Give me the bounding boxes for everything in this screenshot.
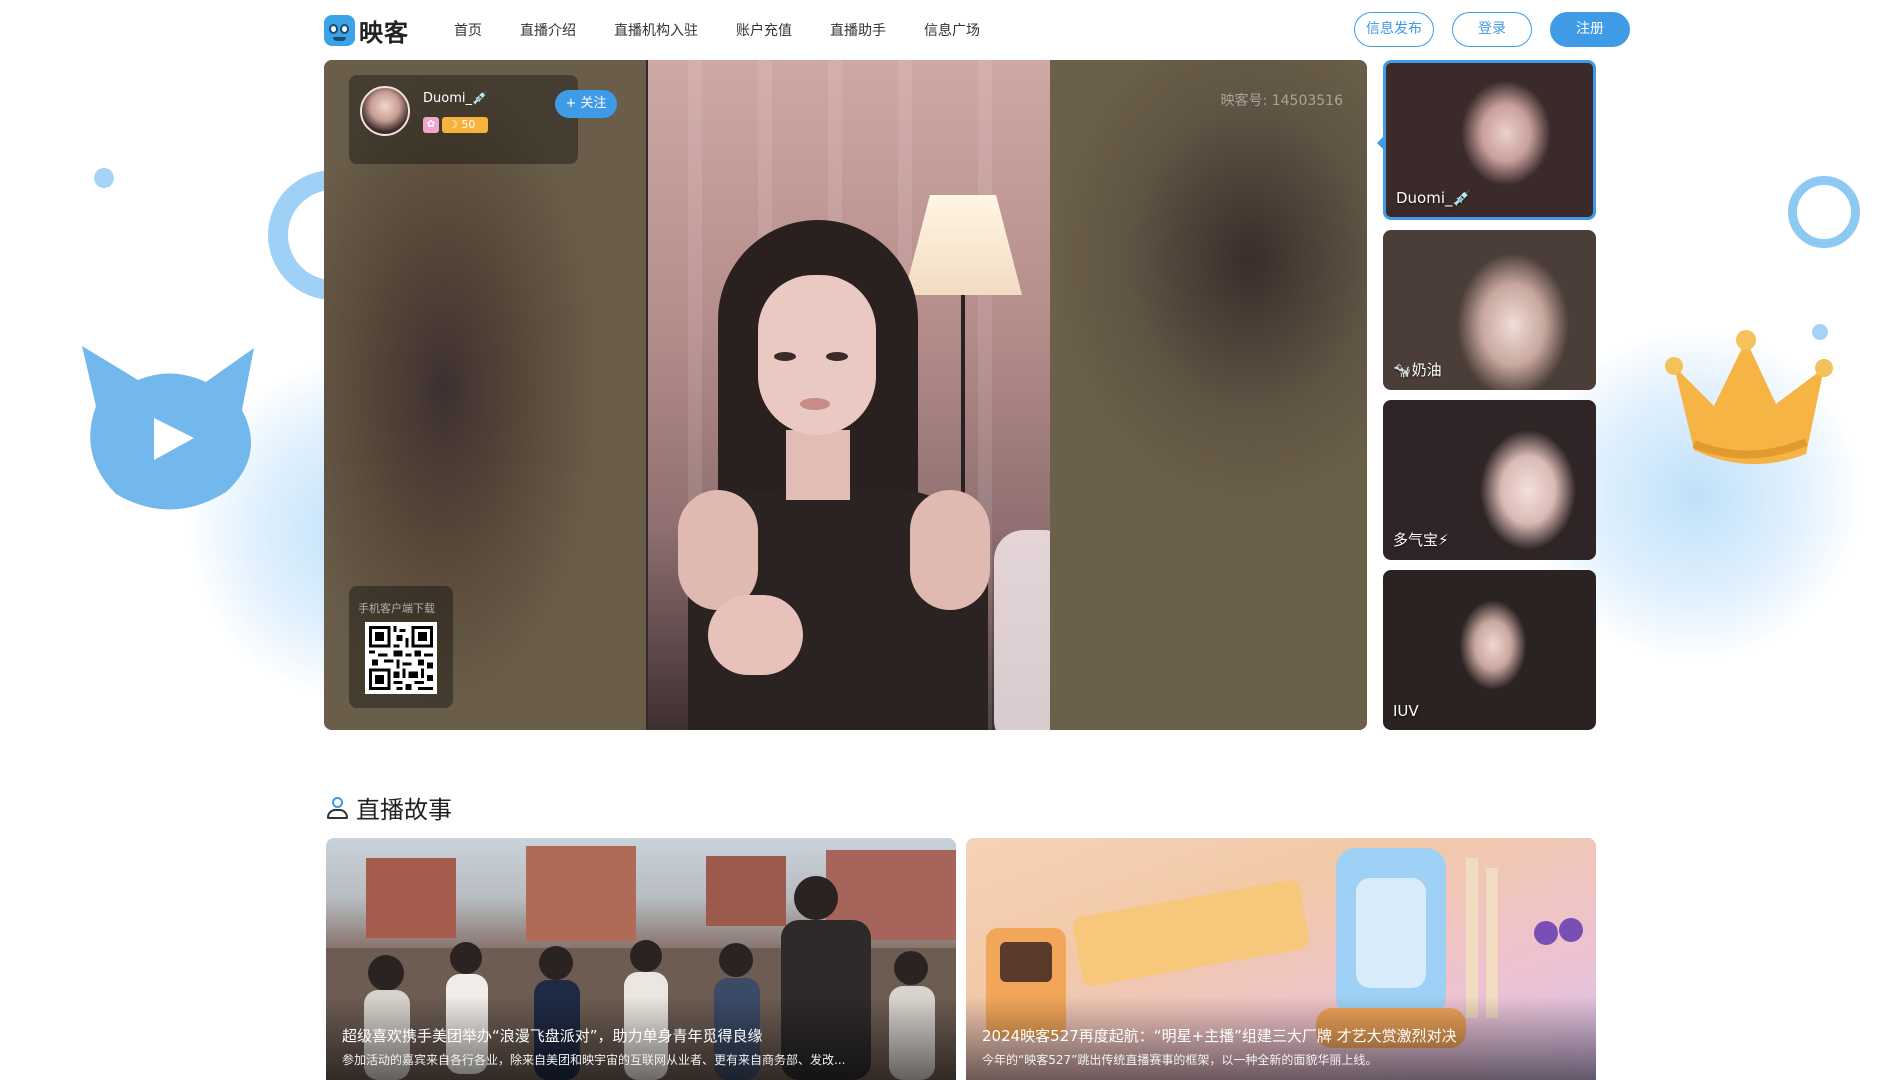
logo-text: 映客: [359, 19, 409, 47]
live-video[interactable]: [648, 60, 1050, 730]
nav-live-intro[interactable]: 直播介绍: [520, 20, 576, 40]
main-nav: 首页 直播介绍 直播机构入驻 账户充值 直播助手 信息广场: [454, 20, 1018, 40]
anchor-name: Duomi_💉: [423, 91, 489, 106]
story-title: 2024映客527再度起航：“明星+主播”组建三大厂牌 才艺大赏激烈对决: [982, 1027, 1457, 1045]
cat-mascot-icon: [82, 346, 254, 510]
background-dot-left: [94, 168, 114, 188]
story-description: 今年的“映客527”跳出传统直播赛事的框架，以一种全新的面貌华丽上线。: [982, 1053, 1378, 1067]
logo[interactable]: 映客: [324, 13, 409, 48]
nav-agency-join[interactable]: 直播机构入驻: [614, 20, 698, 40]
side-item-duoqibao[interactable]: 多气宝⚡: [1383, 400, 1596, 560]
room-number: 映客号: 14503516: [1220, 93, 1343, 109]
nav-home[interactable]: 首页: [454, 20, 482, 40]
top-header: 映客 首页 直播介绍 直播机构入驻 账户充值 直播助手 信息广场 信息发布 登录…: [324, 0, 1630, 60]
side-item-name: Duomi_💉: [1396, 189, 1472, 207]
user-icon: [326, 796, 348, 820]
register-button[interactable]: 注册: [1550, 12, 1630, 47]
qr-code[interactable]: [365, 622, 437, 694]
side-item-naiyou[interactable]: 🐄奶油: [1383, 230, 1596, 390]
floor-lamp: [904, 195, 1022, 295]
side-item-iuv[interactable]: IUV: [1383, 570, 1596, 730]
follow-button[interactable]: + 关注: [555, 90, 617, 118]
avatar[interactable]: [360, 86, 410, 136]
story-title: 超级喜欢携手美团举办“浪漫飞盘派对”，助力单身青年觅得良缘: [342, 1027, 763, 1045]
page: 映客 首页 直播介绍 直播机构入驻 账户充值 直播助手 信息广场 信息发布 登录…: [0, 0, 1902, 1080]
side-item-duomi[interactable]: Duomi_💉: [1383, 60, 1596, 220]
section-heading: 直播故事: [356, 796, 452, 824]
stories-section-title: 直播故事: [326, 790, 452, 825]
publish-button[interactable]: 信息发布: [1354, 12, 1434, 47]
flower-badge-icon: ✿: [423, 117, 439, 133]
player-backdrop-right: [1050, 60, 1367, 730]
story-description: 参加活动的嘉宾来自各行各业，除来自美团和映宇宙的互联网从业者、更有来自商务部、发…: [342, 1053, 846, 1067]
story-card-527[interactable]: 2024映客527再度起航：“明星+主播”组建三大厂牌 才艺大赏激烈对决 今年的…: [966, 838, 1596, 1080]
crown-icon: [1665, 330, 1833, 465]
nav-info-square[interactable]: 信息广场: [924, 20, 980, 40]
story-card-frisbee[interactable]: 超级喜欢携手美团举办“浪漫飞盘派对”，助力单身青年觅得良缘 参加活动的嘉宾来自各…: [326, 838, 956, 1080]
qr-label: 手机客户端下载: [358, 602, 435, 615]
anchor-info-card: Duomi_💉 ✿ ☽ 50 + 关注: [349, 75, 617, 164]
live-side-list: Duomi_💉 🐄奶油 多气宝⚡ IUV: [1383, 60, 1596, 730]
logo-mark-icon: [324, 15, 355, 46]
login-button[interactable]: 登录: [1452, 12, 1532, 47]
qr-code-icon: [369, 626, 433, 690]
nav-recharge[interactable]: 账户充值: [736, 20, 792, 40]
side-item-name: 🐄奶油: [1393, 361, 1442, 379]
nav-live-assistant[interactable]: 直播助手: [830, 20, 886, 40]
level-badge: ☽ 50: [442, 117, 488, 133]
app-download-card: 手机客户端下载: [349, 586, 453, 708]
side-item-name: 多气宝⚡: [1393, 531, 1449, 549]
background-ring-right: [1788, 176, 1860, 248]
live-player[interactable]: Duomi_💉 ✿ ☽ 50 + 关注 映客号: 14503516 手机客户端下…: [324, 60, 1367, 730]
side-item-name: IUV: [1393, 702, 1419, 720]
